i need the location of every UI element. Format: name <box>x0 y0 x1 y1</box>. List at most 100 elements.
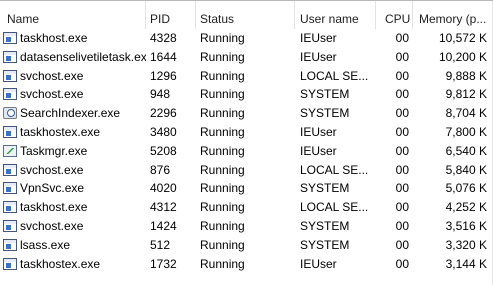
process-row[interactable]: VpnSvc.exe 4020 Running SYSTEM 00 5,076 K <box>0 179 493 198</box>
process-row[interactable]: svchost.exe 948 Running SYSTEM 00 9,812 K <box>0 85 493 104</box>
process-row[interactable]: svchost.exe 876 Running LOCAL SE... 00 5,840 … <box>0 161 493 180</box>
process-status: Running <box>200 256 245 271</box>
process-memory: 8,704 K <box>445 106 487 121</box>
process-status: Running <box>200 49 245 64</box>
window-icon <box>3 88 17 101</box>
process-user: LOCAL SE... <box>300 68 369 83</box>
process-name: datasenselivetiletask.exe <box>20 49 146 64</box>
process-name-cell: SearchIndexer.exe <box>3 104 146 123</box>
process-status: Running <box>200 162 245 177</box>
task-manager-icon <box>3 144 17 157</box>
process-name-cell: svchost.exe <box>3 85 146 104</box>
column-header-status[interactable]: Status <box>196 1 295 29</box>
process-name: svchost.exe <box>20 218 84 233</box>
process-memory: 3,144 K <box>445 256 487 271</box>
process-status: Running <box>200 106 245 121</box>
process-memory: 3,516 K <box>445 218 487 233</box>
process-row[interactable]: svchost.exe 1424 Running SYSTEM 00 3,516 K <box>0 217 493 236</box>
process-row[interactable]: taskhost.exe 4328 Running IEUser 00 10,572 K <box>0 29 493 48</box>
process-memory: 3,320 K <box>445 237 487 252</box>
column-header-memory[interactable]: Memory (p... <box>413 1 493 29</box>
process-pid: 4312 <box>150 200 177 215</box>
process-name: VpnSvc.exe <box>20 181 85 196</box>
process-name: taskhostex.exe <box>20 256 101 271</box>
process-cpu: 00 <box>395 31 409 45</box>
process-memory: 5,076 K <box>445 181 487 196</box>
process-status: Running <box>200 181 245 196</box>
process-pid: 2296 <box>150 106 177 121</box>
process-user: SYSTEM <box>300 106 350 121</box>
column-header-user-name[interactable]: User name <box>295 1 376 29</box>
process-name-cell: Taskmgr.exe <box>3 142 146 161</box>
process-cpu: 00 <box>395 218 409 233</box>
window-icon <box>3 163 17 176</box>
process-cpu: 00 <box>395 237 409 252</box>
process-cpu: 00 <box>395 143 409 158</box>
process-row[interactable]: taskhostex.exe 1732 Running IEUser 00 3,144 K <box>0 255 493 274</box>
process-pid: 1644 <box>150 49 177 64</box>
process-user: IEUser <box>300 143 337 158</box>
process-row[interactable]: datasenselivetiletask.exe 1644 Running IEUs… <box>0 48 493 67</box>
process-name-cell: lsass.exe <box>3 236 146 255</box>
process-memory: 10,200 K <box>438 49 487 64</box>
column-header-cpu[interactable]: CPU <box>376 1 413 29</box>
process-pid: 876 <box>150 162 171 177</box>
process-cpu: 00 <box>395 124 409 139</box>
process-status: Running <box>200 124 245 139</box>
window-icon <box>3 219 17 232</box>
process-status: Running <box>200 143 245 158</box>
column-header-name-label: Name <box>7 12 40 26</box>
process-pid: 948 <box>150 87 171 102</box>
process-memory: 9,812 K <box>445 87 487 102</box>
process-user: IEUser <box>300 49 337 64</box>
window-icon <box>3 50 17 63</box>
window-icon <box>3 257 17 270</box>
process-cpu: 00 <box>395 256 409 271</box>
column-header-status-label: Status <box>200 12 235 26</box>
process-user: SYSTEM <box>300 218 350 233</box>
process-name: svchost.exe <box>20 68 84 83</box>
process-cpu: 00 <box>395 200 409 215</box>
process-user: IEUser <box>300 256 337 271</box>
window-icon <box>3 32 17 44</box>
process-row[interactable]: taskhostex.exe 3480 Running IEUser 00 7,800 K <box>0 123 493 142</box>
process-row[interactable]: svchost.exe 1296 Running LOCAL SE... 00 9,888… <box>0 67 493 86</box>
process-cpu: 00 <box>395 68 409 83</box>
process-name: SearchIndexer.exe <box>20 106 121 121</box>
process-row[interactable]: lsass.exe 512 Running SYSTEM 00 3,320 K <box>0 236 493 255</box>
process-pid: 4020 <box>150 181 177 196</box>
process-name: taskhost.exe <box>20 31 88 45</box>
process-name: taskhostex.exe <box>20 124 101 139</box>
process-name: svchost.exe <box>20 162 84 177</box>
process-status: Running <box>200 87 245 102</box>
window-icon <box>3 182 17 195</box>
search-icon <box>3 107 17 120</box>
process-row[interactable]: taskhost.exe 4312 Running LOCAL SE... 00 4,25… <box>0 198 493 217</box>
process-list: taskhost.exe 4328 Running IEUser 00 10,572 K d… <box>0 29 493 273</box>
process-row[interactable]: Taskmgr.exe 5208 Running IEUser 00 6,540 K <box>0 142 493 161</box>
column-header-name[interactable]: Name <box>0 1 146 29</box>
process-memory: 9,888 K <box>445 68 487 83</box>
process-pid: 3480 <box>150 124 177 139</box>
process-name-cell: svchost.exe <box>3 161 146 180</box>
process-cpu: 00 <box>395 162 409 177</box>
column-header-pid[interactable]: PID <box>146 1 196 29</box>
process-status: Running <box>200 68 245 83</box>
process-memory: 5,840 K <box>445 162 487 177</box>
process-user: IEUser <box>300 124 337 139</box>
process-name-cell: taskhost.exe <box>3 198 146 217</box>
process-user: LOCAL SE... <box>300 200 369 215</box>
process-status: Running <box>200 200 245 215</box>
process-user: SYSTEM <box>300 181 350 196</box>
process-cpu: 00 <box>395 181 409 196</box>
process-cpu: 00 <box>395 49 409 64</box>
process-pid: 1732 <box>150 256 177 271</box>
process-name: svchost.exe <box>20 87 84 102</box>
process-name-cell: svchost.exe <box>3 217 146 236</box>
process-name-cell: taskhostex.exe <box>3 255 146 274</box>
process-pid: 5208 <box>150 143 177 158</box>
window-icon <box>3 201 17 214</box>
process-row[interactable]: SearchIndexer.exe 2296 Running SYSTEM 00 8,70… <box>0 104 493 123</box>
process-user: SYSTEM <box>300 87 350 102</box>
process-pid: 1424 <box>150 218 177 233</box>
